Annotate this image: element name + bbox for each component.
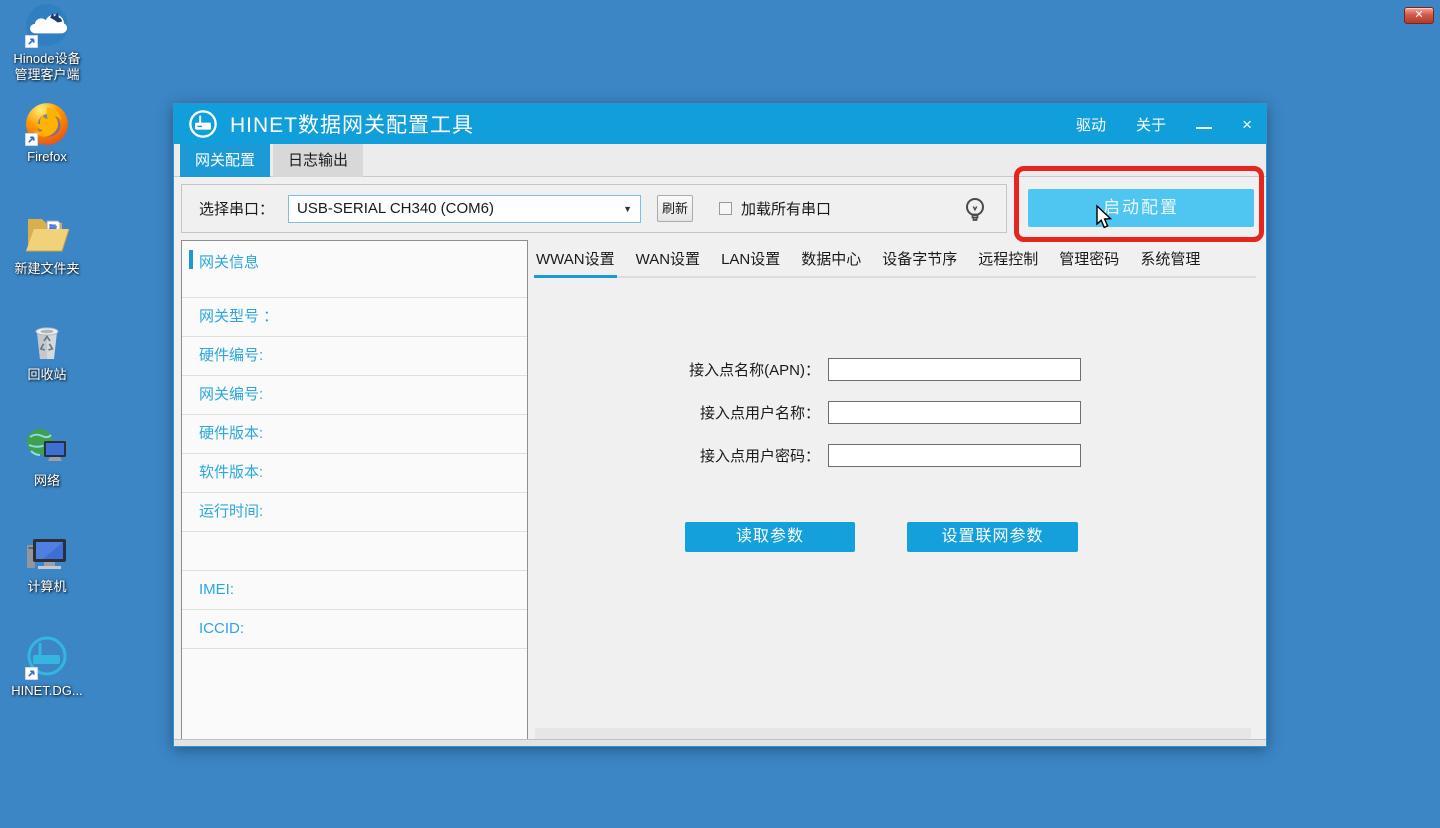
settings-panel: WWAN设置 WAN设置 LAN设置 数据中心 设备字节序 远程控制 管理密码 …	[532, 240, 1262, 740]
horizontal-scrollbar[interactable]	[535, 728, 1251, 739]
computer-icon	[23, 530, 71, 576]
mouse-cursor-icon	[1094, 204, 1114, 232]
app-window: HINET数据网关配置工具 驱动 关于 × 网关配置 日志输出 选择串口： US…	[173, 103, 1267, 747]
desktop-icon-label: Firefox	[0, 149, 94, 165]
serial-port-select[interactable]: USB-SERIAL CH340 (COM6) ▼	[288, 195, 641, 223]
window-status-strip	[174, 739, 1266, 746]
read-params-button[interactable]: 读取参数	[685, 522, 855, 552]
apn-password-input[interactable]	[828, 444, 1081, 467]
serial-port-label: 选择串口：	[199, 198, 274, 219]
serial-port-group: 选择串口： USB-SERIAL CH340 (COM6) ▼ 刷新 加载所有串…	[181, 184, 1007, 233]
desktop-icon-new-folder[interactable]: 新建文件夹	[0, 212, 94, 277]
network-icon	[23, 424, 71, 470]
apn-label: 接入点名称(APN)：	[532, 359, 820, 380]
info-row-filler	[182, 648, 527, 739]
recycle-bin-icon	[23, 318, 71, 364]
info-row-iccid: ICCID:	[182, 609, 527, 648]
main-tabstrip: 网关配置 日志输出	[174, 144, 1266, 177]
tab-byte-order[interactable]: 设备字节序	[880, 246, 959, 276]
info-row-software-ver: 软件版本:	[182, 453, 527, 492]
shortcut-arrow-icon	[25, 667, 38, 680]
tab-log-output[interactable]: 日志输出	[273, 144, 363, 177]
info-row-uptime: 运行时间:	[182, 492, 527, 531]
tab-remote-control[interactable]: 远程控制	[976, 246, 1040, 276]
start-config-button[interactable]: 启动配置	[1028, 189, 1254, 227]
info-row-empty	[182, 531, 527, 570]
desktop-icon-firefox[interactable]: Firefox	[0, 100, 94, 165]
refresh-button[interactable]: 刷新	[657, 195, 693, 222]
apn-username-row: 接入点用户名称：	[532, 401, 1081, 424]
apn-row: 接入点名称(APN)：	[532, 358, 1081, 381]
shortcut-arrow-icon	[25, 35, 38, 48]
serial-port-value: USB-SERIAL CH340 (COM6)	[297, 200, 623, 217]
tab-system-management[interactable]: 系统管理	[1138, 246, 1202, 276]
tab-lan-settings[interactable]: LAN设置	[719, 246, 782, 276]
gateway-info-title: 网关信息	[199, 251, 259, 272]
desktop-icon-label: 新建文件夹	[0, 261, 94, 277]
desktop-icon-network[interactable]: 网络	[0, 424, 94, 489]
tab-wwan-settings[interactable]: WWAN设置	[534, 246, 617, 278]
driver-menu-button[interactable]: 驱动	[1076, 114, 1106, 135]
minimize-button[interactable]	[1196, 119, 1212, 129]
chevron-down-icon: ▼	[623, 204, 632, 214]
desktop-icon-label: HINET.DG...	[0, 683, 94, 699]
close-button[interactable]: ×	[1242, 116, 1252, 133]
load-all-ports-checkbox[interactable]	[719, 202, 732, 215]
info-row-model: 网关型号 ：	[182, 297, 527, 336]
desktop-icon-label: 计算机	[0, 579, 94, 595]
window-titlebar: HINET数据网关配置工具 驱动 关于 ×	[174, 104, 1266, 144]
desktop-icon-hinode-client[interactable]: Hinode设备 管理客户端	[0, 2, 94, 83]
apn-username-input[interactable]	[828, 401, 1081, 424]
apn-password-label: 接入点用户密码：	[532, 445, 820, 466]
folder-icon	[23, 212, 71, 258]
desktop-icon-hinet-shortcut[interactable]: HINET.DG...	[0, 634, 94, 699]
desktop-icon-label: 回收站	[0, 367, 94, 383]
tab-admin-password[interactable]: 管理密码	[1057, 246, 1121, 276]
desktop-icon-label: Hinode设备 管理客户端	[0, 51, 94, 83]
lightbulb-icon[interactable]	[962, 196, 988, 226]
apn-password-row: 接入点用户密码：	[532, 444, 1081, 467]
tab-wan-settings[interactable]: WAN设置	[634, 246, 702, 276]
info-row-gateway-no: 网关编号:	[182, 375, 527, 414]
screen-close-button[interactable]: ✕	[1404, 7, 1434, 24]
hinode-client-icon	[23, 2, 71, 48]
accent-bar	[189, 250, 193, 269]
settings-tabstrip: WWAN设置 WAN设置 LAN设置 数据中心 设备字节序 远程控制 管理密码 …	[534, 246, 1256, 278]
shortcut-arrow-icon	[25, 133, 38, 146]
tab-data-center[interactable]: 数据中心	[799, 246, 863, 276]
gateway-info-header: 网关信息	[182, 241, 527, 297]
desktop-icon-recycle-bin[interactable]: 回收站	[0, 318, 94, 383]
firefox-icon	[23, 100, 71, 146]
set-network-params-button[interactable]: 设置联网参数	[907, 522, 1078, 552]
apn-input[interactable]	[828, 358, 1081, 381]
hinet-app-icon	[23, 634, 71, 680]
about-menu-button[interactable]: 关于	[1136, 114, 1166, 135]
info-row-hardware-ver: 硬件版本:	[182, 414, 527, 453]
info-row-hardware-no: 硬件编号:	[182, 336, 527, 375]
tab-gateway-config[interactable]: 网关配置	[180, 144, 270, 177]
load-all-ports-label: 加载所有串口	[741, 198, 831, 219]
app-logo-icon	[188, 109, 218, 139]
apn-username-label: 接入点用户名称：	[532, 402, 820, 423]
window-title: HINET数据网关配置工具	[230, 109, 1076, 139]
desktop-icon-label: 网络	[0, 473, 94, 489]
gateway-info-panel: 网关信息 网关型号 ： 硬件编号: 网关编号: 硬件版本: 软件版本: 运行时间…	[181, 240, 528, 740]
info-row-imei: IMEI:	[182, 570, 527, 609]
desktop-icon-computer[interactable]: 计算机	[0, 530, 94, 595]
